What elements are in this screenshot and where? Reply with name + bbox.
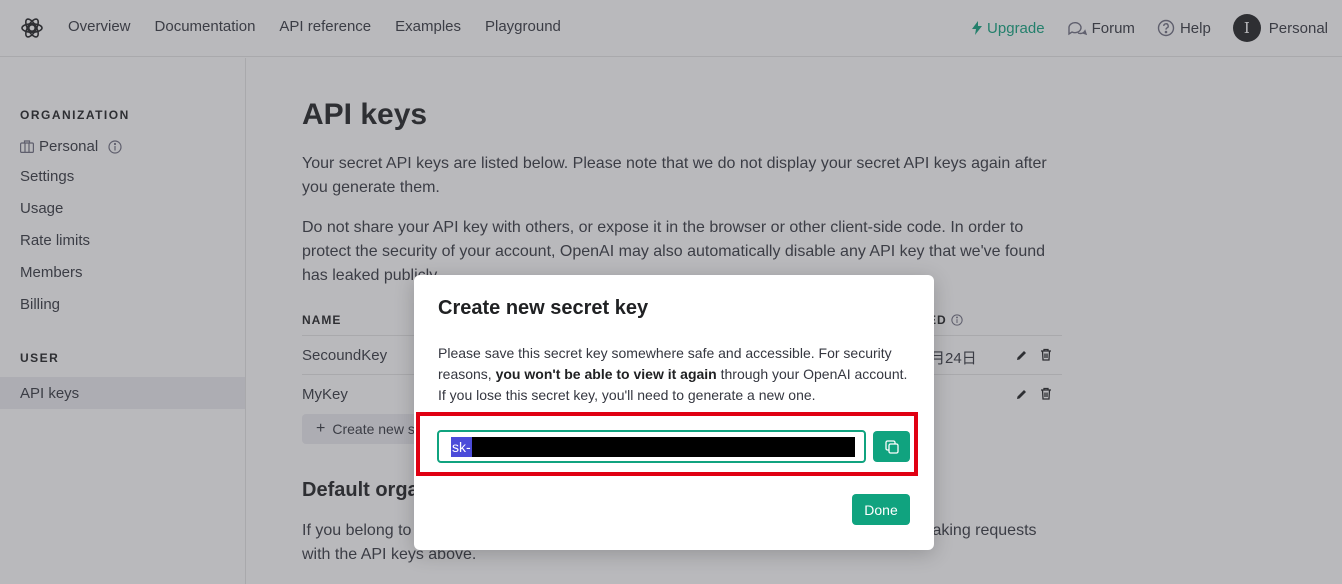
copy-key-button[interactable]	[873, 431, 910, 462]
secret-key-prefix: sk-	[451, 436, 472, 457]
secret-key-field[interactable]: sk-	[437, 430, 866, 463]
modal-title: Create new secret key	[438, 297, 649, 319]
copy-icon	[884, 439, 900, 455]
modal-description: Please save this secret key somewhere sa…	[438, 343, 913, 406]
modal-description-emphasis: you won't be able to view it again	[495, 366, 717, 382]
done-button[interactable]: Done	[852, 494, 910, 525]
secret-key-redacted	[471, 436, 855, 457]
create-secret-key-modal: Create new secret key Please save this s…	[414, 275, 934, 550]
